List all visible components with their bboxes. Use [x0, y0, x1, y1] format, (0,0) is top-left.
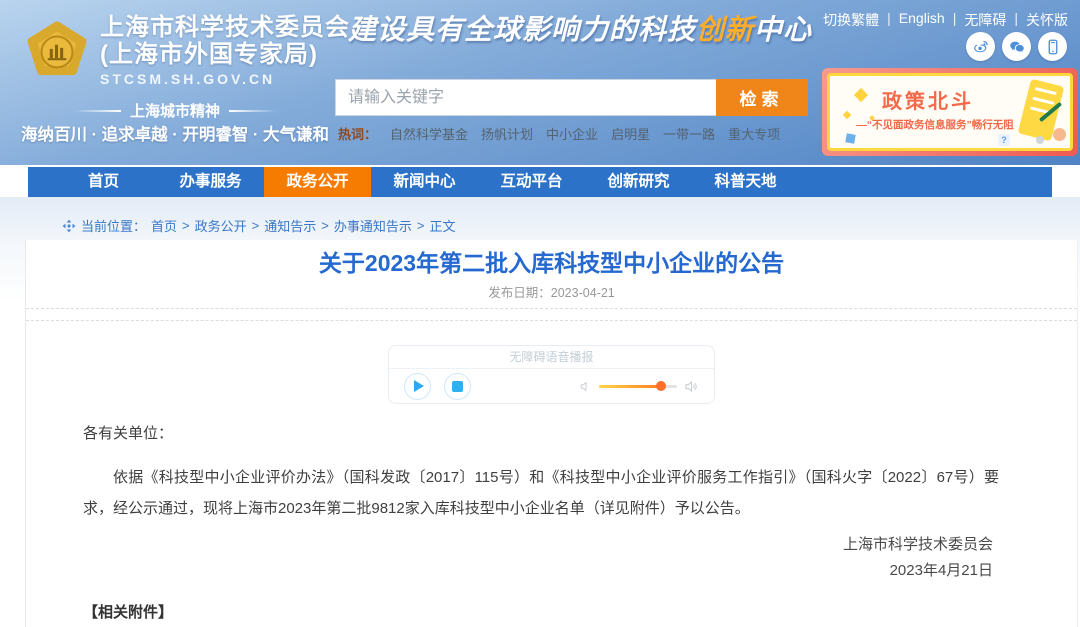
hot-keyword-link[interactable]: 重大专项: [728, 124, 780, 143]
page: 上海市科学技术委员会 (上海市外国专家局) STCSM.SH.GOV.CN 上海…: [0, 0, 1080, 627]
separator: |: [1014, 10, 1018, 30]
divider-line: [73, 110, 121, 112]
audio-player: 无障碍语音播报: [388, 345, 715, 404]
audio-player-title: 无障碍语音播报: [389, 346, 714, 369]
stop-button[interactable]: [444, 373, 471, 400]
dashed-divider: [26, 320, 1077, 321]
volume-low-icon: [579, 380, 592, 393]
breadcrumb-item-service-notices[interactable]: 办事通知告示: [334, 216, 412, 235]
hot-keyword-link[interactable]: 启明星: [611, 124, 650, 143]
search-input[interactable]: [335, 79, 716, 116]
signature-block: 上海市科学技术委员会 2023年4月21日: [26, 532, 993, 584]
hot-keyword-link[interactable]: 中小企业: [546, 124, 598, 143]
city-motto: 海纳百川 · 追求卓越 · 开明睿智 · 大气谦和: [10, 121, 340, 145]
city-spirit-label: 上海城市精神: [10, 100, 340, 121]
hot-keyword-link[interactable]: 自然科学基金: [390, 124, 468, 143]
volume-high-icon: [684, 379, 699, 394]
question-mark-icon: ?: [998, 134, 1010, 146]
site-header: 上海市科学技术委员会 (上海市外国专家局) STCSM.SH.GOV.CN 上海…: [0, 0, 1080, 165]
play-button[interactable]: [404, 373, 431, 400]
volume-fill: [599, 385, 662, 388]
breadcrumb-item-home[interactable]: 首页: [151, 216, 177, 235]
publish-date-label: 发布日期：: [488, 286, 551, 300]
mobile-icon[interactable]: [1038, 32, 1067, 61]
header-slogan: 建设具有全球影响力的科技创新中心: [348, 8, 818, 48]
hot-keyword-link[interactable]: 扬帆计划: [481, 124, 533, 143]
nav-item-gov-disclosure[interactable]: 政务公开: [264, 167, 371, 197]
separator: |: [887, 10, 891, 30]
volume-control: [579, 379, 699, 394]
gov-emblem-icon: [24, 20, 90, 86]
site-title-line2: (上海市外国专家局): [100, 41, 350, 68]
nav-item-interaction[interactable]: 互动平台: [478, 167, 585, 197]
slogan-pre: 建设具有全球影响力的科技: [348, 14, 696, 45]
nav-item-innovation[interactable]: 创新研究: [585, 167, 692, 197]
hand-illustration: [1053, 128, 1066, 141]
divider-line: [229, 110, 277, 112]
breadcrumb-separator: >: [182, 218, 190, 233]
link-care-version[interactable]: 关怀版: [1026, 10, 1068, 30]
link-accessibility[interactable]: 无障碍: [964, 10, 1006, 30]
page-body: 当前位置： 首页 > 政务公开 > 通知告示 > 办事通知告示 > 正文 关于2…: [0, 197, 1080, 627]
dot-decoration: [1036, 136, 1044, 144]
banner-inner: 政策北斗 —“不见面政务信息服务”畅行无阻 ?: [827, 73, 1073, 151]
weibo-icon[interactable]: [966, 32, 995, 61]
square-decoration: [845, 133, 855, 143]
slogan-post: 中心: [754, 14, 812, 45]
link-english[interactable]: English: [899, 10, 945, 30]
page-title: 关于2023年第二批入库科技型中小企业的公告: [26, 248, 1077, 278]
article-salutation: 各有关单位：: [83, 422, 1077, 443]
nav-item-news[interactable]: 新闻中心: [371, 167, 478, 197]
publish-date: 发布日期：2023-04-21: [26, 282, 1077, 301]
article-paragraph: 依据《科技型中小企业评价办法》（国科发政〔2017〕115号）和《科技型中小企业…: [83, 462, 999, 524]
attachments-heading: 【相关附件】: [83, 601, 1077, 622]
signer-name: 上海市科学技术委员会: [26, 532, 993, 558]
site-title-line1: 上海市科学技术委员会: [100, 14, 350, 41]
nav-item-home[interactable]: 首页: [50, 167, 157, 197]
logo-group: 上海市科学技术委员会 (上海市外国专家局) STCSM.SH.GOV.CN: [24, 14, 350, 87]
nav-item-science[interactable]: 科普天地: [692, 167, 799, 197]
stop-icon: [452, 381, 463, 392]
search-bar: 检索: [335, 79, 808, 116]
site-titles: 上海市科学技术委员会 (上海市外国专家局) STCSM.SH.GOV.CN: [100, 14, 350, 87]
breadcrumb: 当前位置： 首页 > 政务公开 > 通知告示 > 办事通知告示 > 正文: [62, 216, 455, 235]
main-nav: 首页 办事服务 政务公开 新闻中心 互动平台 创新研究 科普天地: [28, 167, 1052, 197]
play-icon: [414, 380, 424, 392]
dashed-divider: [26, 308, 1077, 309]
article-panel: 关于2023年第二批入库科技型中小企业的公告 发布日期：2023-04-21 无…: [25, 240, 1078, 627]
slogan-highlight: 创新: [696, 14, 754, 45]
separator: |: [953, 10, 957, 30]
move-icon: [62, 219, 76, 233]
breadcrumb-item-notices[interactable]: 通知告示: [264, 216, 316, 235]
search-button[interactable]: 检索: [716, 79, 808, 116]
volume-knob[interactable]: [656, 381, 666, 391]
breadcrumb-item-gov-disclosure[interactable]: 政务公开: [195, 216, 247, 235]
nav-item-services[interactable]: 办事服务: [157, 167, 264, 197]
hot-keywords: 热词： 自然科学基金 扬帆计划 中小企业 启明星 一带一路 重大专项: [338, 124, 780, 143]
signature-date: 2023年4月21日: [26, 558, 993, 584]
volume-slider[interactable]: [599, 385, 677, 388]
breadcrumb-item-current[interactable]: 正文: [429, 216, 455, 235]
wechat-icon[interactable]: [1002, 32, 1031, 61]
breadcrumb-separator: >: [417, 218, 425, 233]
audio-controls: [389, 369, 714, 403]
breadcrumb-label: 当前位置：: [81, 216, 146, 235]
hot-keywords-label: 热词：: [338, 124, 377, 143]
hot-keyword-link[interactable]: 一带一路: [663, 124, 715, 143]
publish-date-value: 2023-04-21: [551, 286, 615, 300]
site-domain: STCSM.SH.GOV.CN: [100, 71, 350, 87]
spirit-text: 上海城市精神: [130, 100, 220, 121]
breadcrumb-separator: >: [252, 218, 260, 233]
social-icons: [966, 32, 1067, 61]
link-traditional-chinese[interactable]: 切换繁體: [823, 10, 879, 30]
breadcrumb-separator: >: [321, 218, 329, 233]
utility-links: 切换繁體 | English | 无障碍 | 关怀版: [823, 10, 1068, 30]
policy-beidou-banner[interactable]: 政策北斗 —“不见面政务信息服务”畅行无阻 ?: [822, 68, 1078, 156]
